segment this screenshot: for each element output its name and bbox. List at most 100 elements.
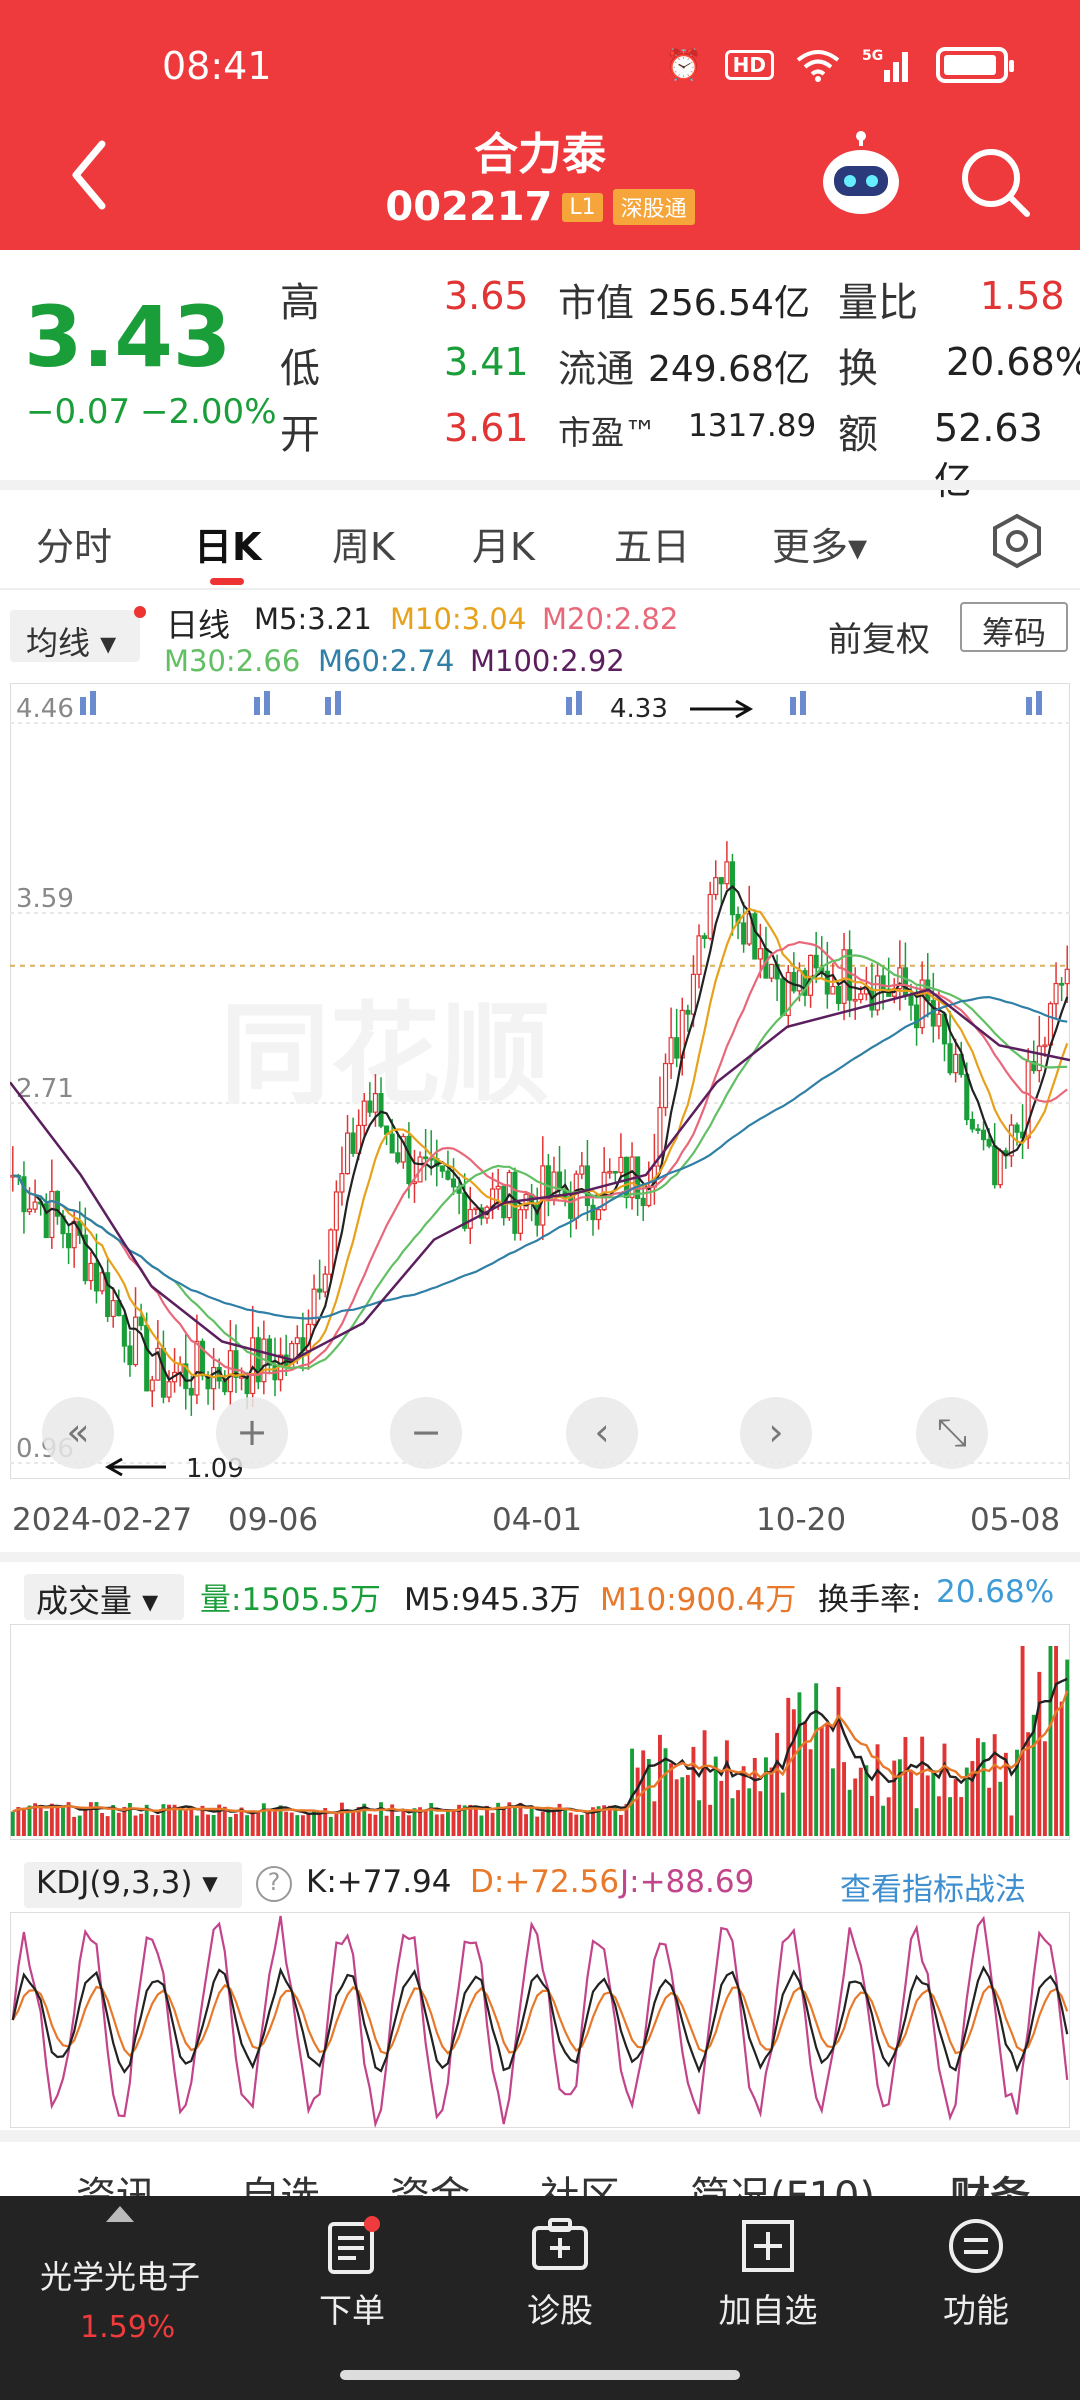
candle (618, 1156, 624, 1174)
sector-name[interactable]: 光学光电子 (40, 2252, 200, 2298)
volume-bar (267, 1808, 272, 1836)
date-label-start: 2024-02-27 (12, 1502, 193, 1538)
candle (144, 1324, 150, 1392)
volume-bar (289, 1812, 294, 1836)
candle (584, 1165, 590, 1207)
candle (294, 1337, 300, 1345)
help-icon[interactable]: ? (256, 1866, 292, 1902)
zoom-out-icon[interactable]: − (410, 1410, 442, 1454)
fast-back-icon[interactable]: « (66, 1410, 89, 1454)
candle (596, 1209, 602, 1221)
tab-five-day[interactable]: 五日 (614, 516, 690, 571)
kdj-k-value: K:+77.94 (306, 1864, 452, 1900)
expand-up-icon[interactable] (106, 2206, 134, 2222)
turnover-rate-label: 换手率: (818, 1582, 922, 1618)
volume-bar (434, 1814, 439, 1836)
volume-bar (535, 1816, 540, 1836)
scroll-left-icon[interactable]: ‹ (594, 1410, 609, 1454)
volume-bar (1037, 1671, 1042, 1836)
volume-bar (780, 1792, 785, 1836)
volume-bar (830, 1768, 835, 1836)
indicator-select-button[interactable]: 均线 ▾ (10, 610, 140, 662)
candle (378, 1093, 384, 1127)
event-marker-icon (90, 691, 96, 715)
volume-chart[interactable] (10, 1624, 1070, 1840)
volume-bar (936, 1796, 941, 1836)
candle (166, 1381, 172, 1398)
candle (757, 948, 763, 960)
indicator-strategy-link[interactable]: 查看指标战法 (840, 1864, 1026, 1909)
volume-bar (21, 1808, 26, 1836)
chips-button[interactable]: 筹码 (960, 602, 1068, 652)
candle (741, 922, 747, 945)
candle (367, 1100, 373, 1113)
tab-intraday[interactable]: 分时 (36, 516, 112, 571)
candle (49, 1190, 55, 1239)
volume-bar (501, 1807, 506, 1836)
volume-bar (953, 1779, 958, 1836)
tab-community[interactable]: 社区 (540, 2164, 620, 2198)
tab-funds[interactable]: 资金 (390, 2164, 470, 2198)
kdj-chart[interactable] (10, 1912, 1070, 2128)
candle (791, 971, 797, 992)
volume-bar (775, 1732, 780, 1836)
kdj-select-button[interactable]: KDJ(9,3,3) ▾ (24, 1862, 242, 1908)
volume-select-button[interactable]: 成交量 ▾ (24, 1574, 184, 1620)
fullscreen-icon[interactable]: ⤡ (937, 1410, 967, 1454)
adjust-mode-button[interactable]: 前复权 (828, 612, 930, 661)
tab-finance[interactable]: 财务 (950, 2164, 1030, 2198)
float-label: 流通 (558, 347, 635, 391)
volume-bar (233, 1813, 238, 1836)
tab-more[interactable]: 更多▾ (772, 516, 867, 571)
candle (372, 1093, 378, 1113)
volume-bar (100, 1812, 105, 1836)
wifi-icon (796, 50, 840, 82)
volume-bar (758, 1791, 763, 1836)
period-tabs: 分时 日K 周K 月K 五日 更多▾ (0, 490, 1080, 590)
tab-weekly-k[interactable]: 周K (332, 516, 395, 571)
volume-bar (747, 1788, 752, 1836)
status-time: 08:41 (162, 44, 272, 88)
kline-chart[interactable]: 4.463.592.710.96 同花顺 4.331.09 «+ − ‹ › ⤡ (10, 683, 1070, 1479)
volume-bar (401, 1810, 406, 1836)
ma20-value: M20:2.82 (542, 602, 679, 636)
candle (93, 1262, 100, 1292)
volume-bar (869, 1795, 874, 1836)
level-tag: L1 (562, 192, 603, 222)
volume-bar (445, 1809, 450, 1836)
date-label-end: 05-08 (970, 1502, 1061, 1538)
candle (545, 1165, 551, 1201)
volume-bar (563, 1808, 568, 1836)
scroll-right-icon[interactable]: › (768, 1410, 783, 1454)
volume-bar (440, 1814, 445, 1836)
volume-bar (1048, 1646, 1053, 1836)
zoom-in-icon[interactable]: + (236, 1410, 268, 1454)
candle (796, 970, 802, 992)
tab-news[interactable]: 资讯 (76, 2164, 156, 2198)
tab-profile[interactable]: 简况(F10) (690, 2164, 875, 2198)
search-icon[interactable] (955, 142, 1035, 222)
candle (227, 1350, 233, 1393)
add-watchlist-button[interactable]: 加自选 (698, 2216, 838, 2332)
volume-bar (473, 1806, 478, 1836)
tab-daily-k[interactable]: 日K (194, 516, 261, 571)
volume-bar (451, 1810, 456, 1836)
tab-monthly-k[interactable]: 月K (472, 516, 535, 571)
settings-icon[interactable] (988, 512, 1046, 570)
tab-watch[interactable]: 自选 (240, 2164, 320, 2198)
candle (607, 1170, 613, 1174)
candle (149, 1379, 155, 1392)
notification-dot (134, 606, 146, 618)
volume-bar (250, 1812, 255, 1836)
ma5-value: M5:3.21 (254, 602, 372, 636)
robot-assistant-icon[interactable] (818, 130, 904, 220)
volume-bar (886, 1797, 891, 1836)
order-button[interactable]: 下单 (282, 2216, 422, 2332)
price-axis-label: 4.46 (16, 694, 74, 724)
home-indicator[interactable] (340, 2370, 740, 2380)
volume-bar (674, 1779, 679, 1836)
volume-bar (306, 1814, 311, 1836)
candle (1042, 1044, 1048, 1048)
diagnose-button[interactable]: 诊股 (490, 2216, 630, 2332)
function-button[interactable]: 功能 (906, 2216, 1046, 2332)
